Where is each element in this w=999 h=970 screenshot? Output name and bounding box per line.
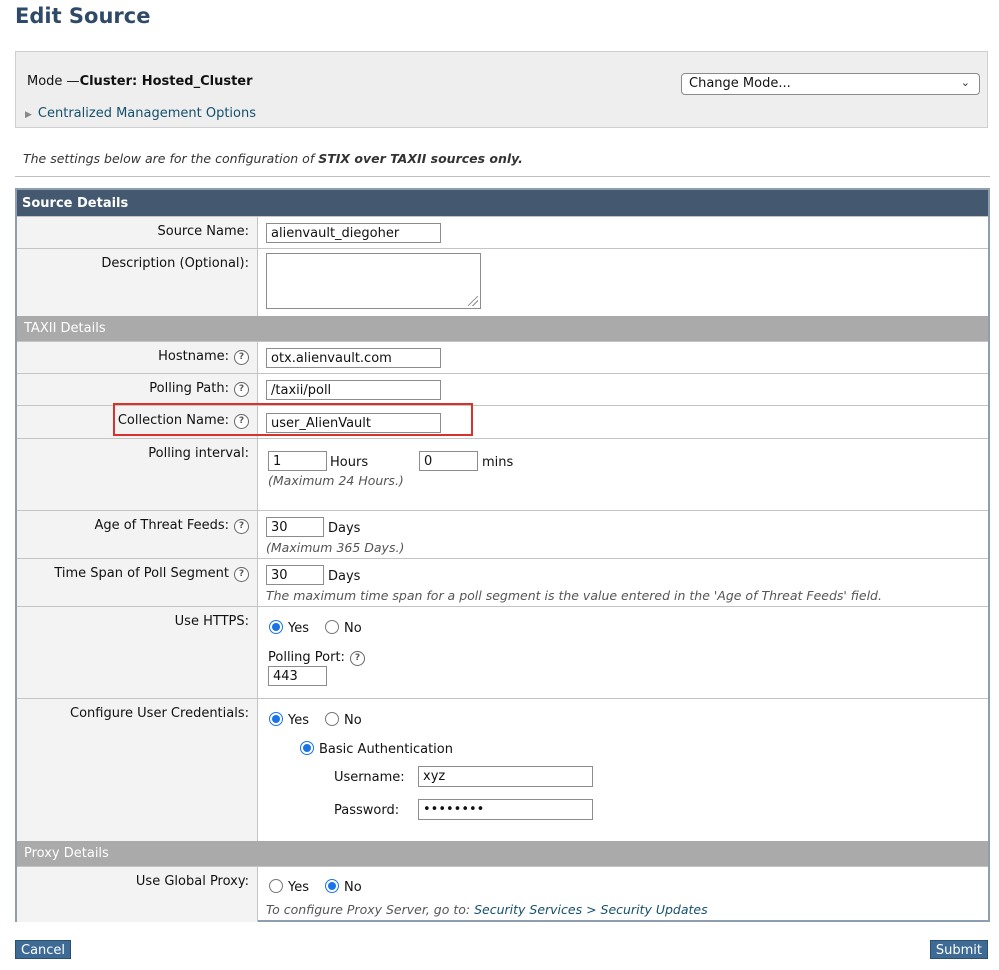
mode-panel: Mode —Cluster: Hosted_Cluster Change Mod… xyxy=(15,51,988,128)
help-icon[interactable]: ? xyxy=(234,519,249,534)
creds-yes-radio[interactable] xyxy=(269,712,283,726)
time-span-label: Time Span of Poll Segment xyxy=(54,566,229,581)
password-input[interactable]: •••••••• xyxy=(418,799,593,820)
username-label: Username: xyxy=(334,770,405,785)
source-name-row: Source Name: alienvault_diegoher xyxy=(17,216,988,248)
https-yes-radio[interactable] xyxy=(269,620,283,634)
page-title: Edit Source xyxy=(15,4,151,28)
description-textarea[interactable] xyxy=(266,253,481,309)
hours-unit: Hours xyxy=(330,455,369,470)
age-label: Age of Threat Feeds: xyxy=(94,518,229,533)
basic-auth-label: Basic Authentication xyxy=(319,742,453,757)
cancel-button[interactable]: Cancel xyxy=(15,940,72,959)
change-mode-select[interactable]: Change Mode... ⌄ xyxy=(681,73,980,95)
source-form: Source Details Source Name: alienvault_d… xyxy=(15,188,990,922)
hostname-label: Hostname: xyxy=(158,349,229,364)
polling-port-label-wrap: Polling Port:? xyxy=(268,650,365,666)
help-icon[interactable]: ? xyxy=(234,567,249,582)
use-https-label: Use HTTPS: xyxy=(174,614,249,629)
https-yes-label: Yes xyxy=(288,621,309,636)
centralized-management-toggle[interactable]: ▶ Centralized Management Options xyxy=(25,106,256,121)
taxii-details-header: TAXII Details xyxy=(17,316,988,341)
hostname-row: Hostname:? otx.alienvault.com xyxy=(17,341,988,373)
creds-yes-label: Yes xyxy=(288,713,309,728)
age-input[interactable]: 30 xyxy=(266,517,324,537)
description-row: Description (Optional): xyxy=(17,248,988,316)
interval-hours-input[interactable]: 1 xyxy=(268,451,327,471)
source-details-header: Source Details xyxy=(17,190,988,216)
age-hint: (Maximum 365 Days.) xyxy=(266,540,405,555)
polling-path-label-wrap: Polling Path:? xyxy=(149,381,249,397)
note-bold: STIX over TAXII sources only. xyxy=(318,151,523,166)
proxy-yes-radio[interactable] xyxy=(269,879,283,893)
source-name-label: Source Name: xyxy=(157,224,249,239)
mode-prefix: Mode — xyxy=(27,74,80,89)
chevron-down-icon: ⌄ xyxy=(960,76,970,89)
help-icon[interactable]: ? xyxy=(234,382,249,397)
help-icon[interactable]: ? xyxy=(234,350,249,365)
change-mode-value: Change Mode... xyxy=(689,76,791,91)
proxy-no-radio[interactable] xyxy=(325,879,339,893)
time-span-hint: The maximum time span for a poll segment… xyxy=(266,588,882,603)
help-icon[interactable]: ? xyxy=(349,651,365,666)
interval-mins-input[interactable]: 0 xyxy=(419,451,478,471)
stix-note: The settings below are for the configura… xyxy=(23,151,523,166)
mins-unit: mins xyxy=(482,455,514,470)
time-span-row: Time Span of Poll Segment? 30 Days The m… xyxy=(17,558,988,606)
hostname-label-wrap: Hostname:? xyxy=(158,349,249,365)
security-updates-link[interactable]: Security Services > Security Updates xyxy=(474,902,708,917)
polling-port-label: Polling Port: xyxy=(268,650,345,665)
credentials-row: Configure User Credentials: Yes No Basic… xyxy=(17,698,988,841)
creds-no-label: No xyxy=(344,713,362,728)
divider xyxy=(15,176,990,177)
polling-path-row: Polling Path:? /taxii/poll xyxy=(17,373,988,405)
description-label: Description (Optional): xyxy=(101,256,249,271)
time-span-input[interactable]: 30 xyxy=(266,565,324,585)
polling-port-input[interactable]: 443 xyxy=(268,666,327,686)
resize-grip-icon[interactable] xyxy=(468,296,478,306)
polling-interval-label: Polling interval: xyxy=(148,446,249,461)
password-label: Password: xyxy=(334,803,400,818)
credentials-label: Configure User Credentials: xyxy=(70,706,249,721)
proxy-hint-text: To configure Proxy Server, go to: xyxy=(266,902,475,917)
mode-label: Mode —Cluster: Hosted_Cluster xyxy=(27,74,253,89)
centralized-management-link[interactable]: Centralized Management Options xyxy=(38,106,256,121)
age-label-wrap: Age of Threat Feeds:? xyxy=(94,518,249,534)
creds-no-radio[interactable] xyxy=(325,712,339,726)
polling-path-input[interactable]: /taxii/poll xyxy=(266,380,441,400)
age-row: Age of Threat Feeds:? 30 Days (Maximum 3… xyxy=(17,510,988,558)
proxy-hint: To configure Proxy Server, go to: Securi… xyxy=(266,902,708,917)
polling-path-label: Polling Path: xyxy=(149,381,229,396)
expand-triangle-icon: ▶ xyxy=(25,110,32,120)
hostname-input[interactable]: otx.alienvault.com xyxy=(266,348,441,368)
span-label-wrap: Time Span of Poll Segment? xyxy=(54,566,249,582)
mode-value: Cluster: Hosted_Cluster xyxy=(79,74,253,89)
source-name-input[interactable]: alienvault_diegoher xyxy=(266,223,441,243)
global-proxy-label: Use Global Proxy: xyxy=(135,874,249,889)
interval-hint: (Maximum 24 Hours.) xyxy=(268,473,404,488)
proxy-yes-label: Yes xyxy=(288,880,309,895)
age-unit: Days xyxy=(328,521,361,536)
span-unit: Days xyxy=(328,569,361,584)
username-input[interactable]: xyz xyxy=(418,766,593,787)
use-https-row: Use HTTPS: Yes No Polling Port:? 443 xyxy=(17,606,988,698)
polling-interval-row: Polling interval: 1 Hours 0 mins (Maximu… xyxy=(17,438,988,510)
https-no-radio[interactable] xyxy=(325,620,339,634)
proxy-no-label: No xyxy=(344,880,362,895)
note-text: The settings below are for the configura… xyxy=(23,151,319,166)
https-no-label: No xyxy=(344,621,362,636)
submit-button[interactable]: Submit xyxy=(929,940,988,959)
basic-auth-radio[interactable] xyxy=(300,741,314,755)
proxy-details-header: Proxy Details xyxy=(17,841,988,866)
collection-name-highlight xyxy=(113,403,473,436)
global-proxy-row: Use Global Proxy: Yes No To configure Pr… xyxy=(17,866,988,922)
